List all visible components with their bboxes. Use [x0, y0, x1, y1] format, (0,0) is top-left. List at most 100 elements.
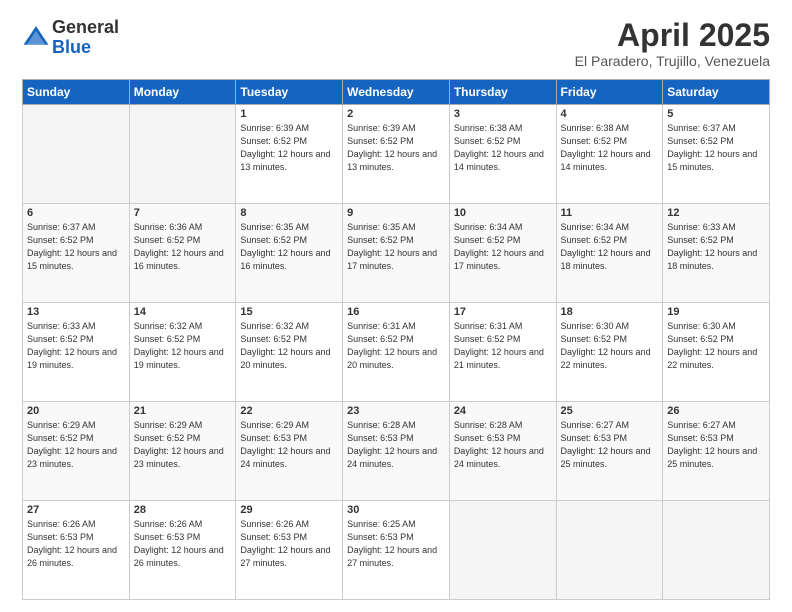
- day-info: Sunrise: 6:27 AM Sunset: 6:53 PM Dayligh…: [561, 419, 659, 471]
- table-cell: [23, 105, 130, 204]
- day-number: 15: [240, 306, 338, 318]
- day-number: 12: [667, 207, 765, 219]
- day-number: 4: [561, 108, 659, 120]
- table-cell: 14 Sunrise: 6:32 AM Sunset: 6:52 PM Dayli…: [129, 303, 236, 402]
- col-wednesday: Wednesday: [343, 80, 450, 105]
- logo-blue-text: Blue: [52, 37, 91, 57]
- day-number: 13: [27, 306, 125, 318]
- day-info: Sunrise: 6:32 AM Sunset: 6:52 PM Dayligh…: [240, 320, 338, 372]
- day-number: 3: [454, 108, 552, 120]
- table-cell: 23 Sunrise: 6:28 AM Sunset: 6:53 PM Dayli…: [343, 402, 450, 501]
- table-cell: 11 Sunrise: 6:34 AM Sunset: 6:52 PM Dayli…: [556, 204, 663, 303]
- table-cell: 13 Sunrise: 6:33 AM Sunset: 6:52 PM Dayli…: [23, 303, 130, 402]
- day-info: Sunrise: 6:28 AM Sunset: 6:53 PM Dayligh…: [454, 419, 552, 471]
- col-thursday: Thursday: [449, 80, 556, 105]
- table-cell: 1Sunrise: 6:39 AM Sunset: 6:52 PM Daylig…: [236, 105, 343, 204]
- day-info: Sunrise: 6:34 AM Sunset: 6:52 PM Dayligh…: [561, 221, 659, 273]
- calendar-week-1: 1 Sunrise: 6:39 AM Sunset: 6:52 PM Daylig…: [23, 105, 770, 204]
- table-cell: 12 Sunrise: 6:33 AM Sunset: 6:52 PM Dayli…: [663, 204, 770, 303]
- day-info: Sunrise: 6:29 AM Sunset: 6:52 PM Dayligh…: [134, 419, 232, 471]
- day-info: Sunrise: 6:26 AM Sunset: 6:53 PM Dayligh…: [27, 518, 125, 570]
- col-friday: Friday: [556, 80, 663, 105]
- col-tuesday: Tuesday: [236, 80, 343, 105]
- day-info: Sunrise: 6:31 AM Sunset: 6:52 PM Dayligh…: [347, 320, 445, 372]
- table-cell: 3 Sunrise: 6:38 AM Sunset: 6:52 PM Daylig…: [449, 105, 556, 204]
- day-info: Sunrise: 6:29 AM Sunset: 6:53 PM Dayligh…: [240, 419, 338, 471]
- table-cell: 7 Sunrise: 6:36 AM Sunset: 6:52 PM Daylig…: [129, 204, 236, 303]
- day-info: Sunrise: 6:38 AM Sunset: 6:52 PM Dayligh…: [454, 122, 552, 174]
- day-number: 20: [27, 405, 125, 417]
- title-block: April 2025 El Paradero, Trujillo, Venezu…: [575, 18, 770, 69]
- table-cell: 25Sunrise: 6:27 AM Sunset: 6:53 PM Dayli…: [556, 402, 663, 501]
- day-info: Sunrise: 6:30 AM Sunset: 6:52 PM Dayligh…: [667, 320, 765, 372]
- day-number: 26: [667, 405, 765, 417]
- table-cell: 28Sunrise: 6:26 AM Sunset: 6:53 PM Dayli…: [129, 501, 236, 600]
- day-number: 28: [134, 504, 232, 516]
- day-number: 8: [240, 207, 338, 219]
- calendar-table: Sunday Monday Tuesday Wednesday Thursday…: [22, 79, 770, 600]
- day-number: 14: [134, 306, 232, 318]
- table-cell: 19 Sunrise: 6:30 AM Sunset: 6:52 PM Dayli…: [663, 303, 770, 402]
- day-info: Sunrise: 6:28 AM Sunset: 6:53 PM Dayligh…: [347, 419, 445, 471]
- day-number: 19: [667, 306, 765, 318]
- col-monday: Monday: [129, 80, 236, 105]
- table-cell: [556, 501, 663, 600]
- day-info: Sunrise: 6:39 AM Sunset: 6:52 PM Dayligh…: [347, 122, 445, 174]
- month-title: April 2025: [575, 18, 770, 53]
- day-number: 23: [347, 405, 445, 417]
- table-cell: [663, 501, 770, 600]
- day-info: Sunrise: 6:31 AM Sunset: 6:52 PM Dayligh…: [454, 320, 552, 372]
- col-sunday: Sunday: [23, 80, 130, 105]
- day-info: Sunrise: 6:35 AM Sunset: 6:52 PM Dayligh…: [240, 221, 338, 273]
- day-number: 18: [561, 306, 659, 318]
- table-cell: 24 Sunrise: 6:28 AM Sunset: 6:53 PM Dayli…: [449, 402, 556, 501]
- table-cell: 8 Sunrise: 6:35 AM Sunset: 6:52 PM Daylig…: [236, 204, 343, 303]
- day-number: 17: [454, 306, 552, 318]
- day-info: Sunrise: 6:29 AM Sunset: 6:52 PM Dayligh…: [27, 419, 125, 471]
- day-number: 11: [561, 207, 659, 219]
- calendar-week-4: 20 Sunrise: 6:29 AM Sunset: 6:52 PM Dayli…: [23, 402, 770, 501]
- table-cell: 21 Sunrise: 6:29 AM Sunset: 6:52 PM Dayli…: [129, 402, 236, 501]
- day-info: Sunrise: 6:26 AM Sunset: 6:53 PM Dayligh…: [240, 518, 338, 570]
- table-cell: 26Sunrise: 6:27 AM Sunset: 6:53 PM Dayli…: [663, 402, 770, 501]
- table-cell: [449, 501, 556, 600]
- day-number: 30: [347, 504, 445, 516]
- day-info: Sunrise: 6:25 AM Sunset: 6:53 PM Dayligh…: [347, 518, 445, 570]
- day-number: 16: [347, 306, 445, 318]
- table-cell: 4Sunrise: 6:38 AM Sunset: 6:52 PM Daylig…: [556, 105, 663, 204]
- day-number: 29: [240, 504, 338, 516]
- day-number: 2: [347, 108, 445, 120]
- col-saturday: Saturday: [663, 80, 770, 105]
- table-cell: 27Sunrise: 6:26 AM Sunset: 6:53 PM Dayli…: [23, 501, 130, 600]
- day-number: 22: [240, 405, 338, 417]
- table-cell: 18Sunrise: 6:30 AM Sunset: 6:52 PM Dayli…: [556, 303, 663, 402]
- day-info: Sunrise: 6:37 AM Sunset: 6:52 PM Dayligh…: [27, 221, 125, 273]
- table-cell: 2 Sunrise: 6:39 AM Sunset: 6:52 PM Daylig…: [343, 105, 450, 204]
- table-cell: 6Sunrise: 6:37 AM Sunset: 6:52 PM Daylig…: [23, 204, 130, 303]
- logo-general-text: General: [52, 17, 119, 37]
- day-number: 21: [134, 405, 232, 417]
- day-info: Sunrise: 6:33 AM Sunset: 6:52 PM Dayligh…: [27, 320, 125, 372]
- table-cell: [129, 105, 236, 204]
- day-info: Sunrise: 6:34 AM Sunset: 6:52 PM Dayligh…: [454, 221, 552, 273]
- logo: General Blue: [22, 18, 119, 58]
- day-number: 9: [347, 207, 445, 219]
- table-cell: 22 Sunrise: 6:29 AM Sunset: 6:53 PM Dayli…: [236, 402, 343, 501]
- day-info: Sunrise: 6:32 AM Sunset: 6:52 PM Dayligh…: [134, 320, 232, 372]
- day-info: Sunrise: 6:37 AM Sunset: 6:52 PM Dayligh…: [667, 122, 765, 174]
- day-number: 1: [240, 108, 338, 120]
- table-cell: 10Sunrise: 6:34 AM Sunset: 6:52 PM Dayli…: [449, 204, 556, 303]
- calendar-week-5: 27Sunrise: 6:26 AM Sunset: 6:53 PM Dayli…: [23, 501, 770, 600]
- table-cell: 20 Sunrise: 6:29 AM Sunset: 6:52 PM Dayli…: [23, 402, 130, 501]
- header: General Blue April 2025 El Paradero, Tru…: [22, 18, 770, 69]
- day-number: 7: [134, 207, 232, 219]
- table-cell: 5 Sunrise: 6:37 AM Sunset: 6:52 PM Daylig…: [663, 105, 770, 204]
- location: El Paradero, Trujillo, Venezuela: [575, 53, 770, 69]
- calendar-week-2: 6Sunrise: 6:37 AM Sunset: 6:52 PM Daylig…: [23, 204, 770, 303]
- day-number: 5: [667, 108, 765, 120]
- table-cell: 30 Sunrise: 6:25 AM Sunset: 6:53 PM Dayli…: [343, 501, 450, 600]
- table-cell: 15 Sunrise: 6:32 AM Sunset: 6:52 PM Dayli…: [236, 303, 343, 402]
- day-info: Sunrise: 6:36 AM Sunset: 6:52 PM Dayligh…: [134, 221, 232, 273]
- day-number: 24: [454, 405, 552, 417]
- day-info: Sunrise: 6:33 AM Sunset: 6:52 PM Dayligh…: [667, 221, 765, 273]
